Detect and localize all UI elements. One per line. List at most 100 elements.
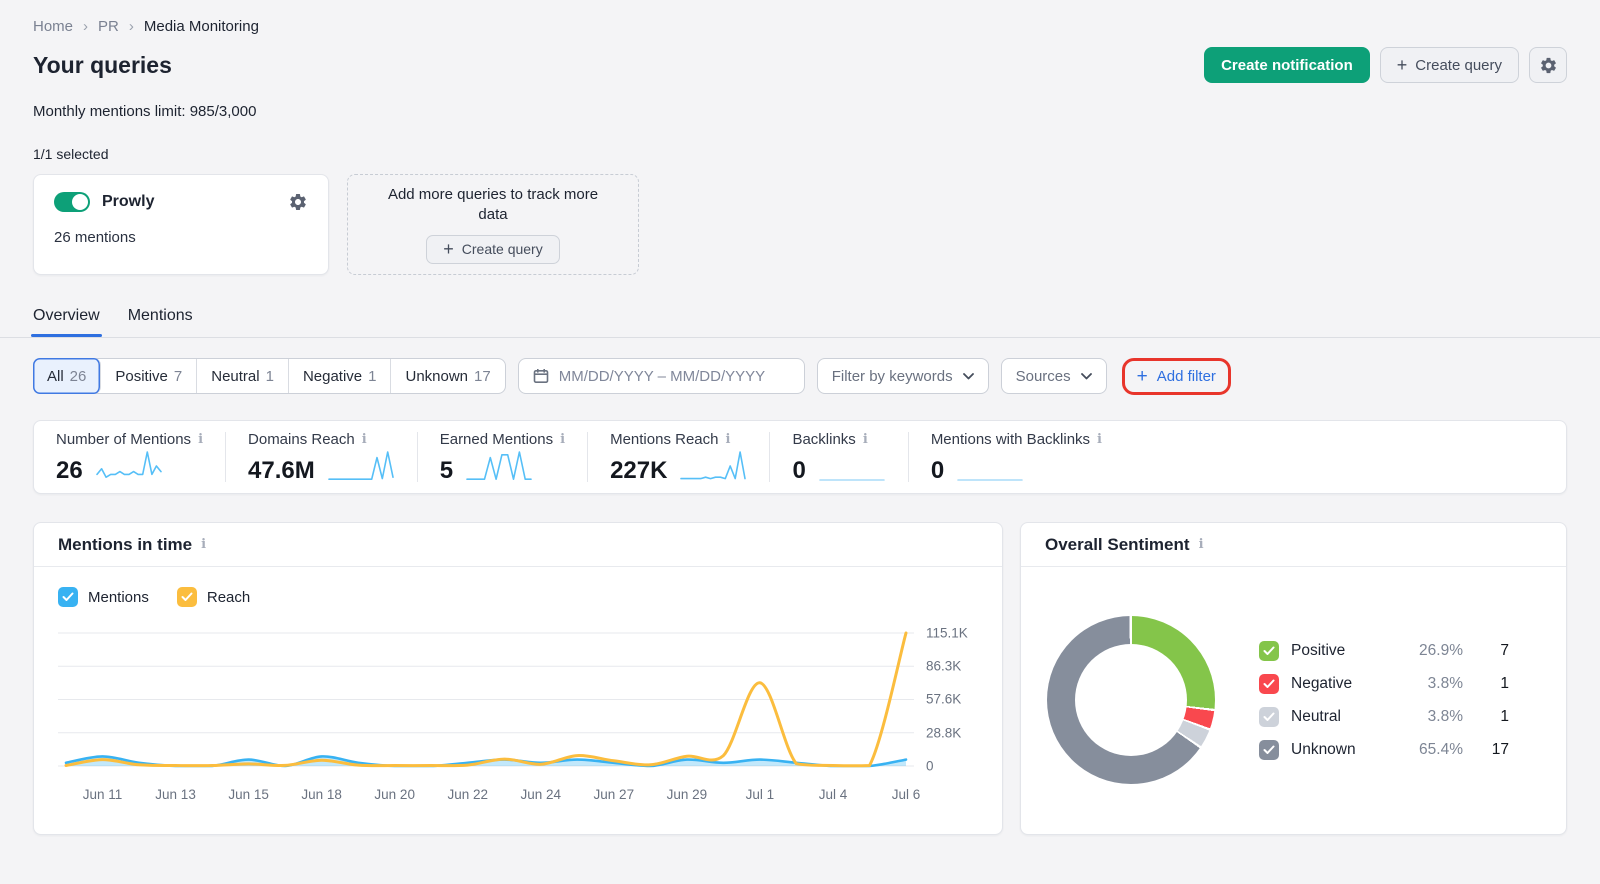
filter-chip-label: Negative [302, 367, 363, 385]
add-filter-label: Add filter [1156, 367, 1216, 385]
chart-x-axis: Jun 11 Jun 13 Jun 15 Jun 18 Jun 20 Jun 22 Jun … [58, 787, 921, 807]
sources-filter-label: Sources [1015, 367, 1071, 385]
filter-chip-count: 26 [69, 367, 87, 385]
info-icon[interactable]: i [725, 432, 730, 447]
sentiment-percent: 3.8% [1427, 674, 1463, 692]
metric-label: Mentions Reach i [610, 431, 747, 448]
legend-label: Mentions [88, 588, 149, 606]
mentions-in-time-chart: 115.1K 86.3K 57.6K 28.8K 0 [58, 621, 968, 781]
filter-chip-label: Positive [115, 367, 168, 385]
plus-icon: + [1136, 365, 1148, 387]
metric-label: Domains Reach i [248, 431, 395, 448]
info-icon[interactable]: i [1199, 537, 1204, 552]
legend-label: Reach [206, 588, 251, 606]
mentions-limit-text: Monthly mentions limit: 985/3,000 [33, 103, 257, 120]
metric-sparkline [957, 479, 1023, 481]
sentiment-legend-row-negative: Negative 3.8% 1 [1259, 673, 1509, 694]
info-icon[interactable]: i [1097, 432, 1102, 447]
filter-chip-all[interactable]: All 26 [33, 358, 102, 394]
filter-chip-count: 1 [368, 367, 377, 385]
metric-value: 0 [930, 457, 945, 484]
filter-chip-unknown[interactable]: Unknown 17 [391, 359, 504, 393]
info-icon[interactable]: i [201, 537, 206, 552]
sentiment-count: 1 [1500, 674, 1509, 692]
metric-label-text: Mentions Reach [610, 431, 719, 448]
add-queries-text: Add more queries to track more data [387, 186, 599, 224]
chart-x-tick: Jul 1 [745, 787, 775, 802]
query-gear-icon[interactable] [288, 192, 308, 212]
filter-chip-label: All [47, 367, 64, 385]
metric-value: 227K [610, 457, 668, 484]
breadcrumb-home[interactable]: Home [33, 18, 73, 35]
tab-mentions[interactable]: Mentions [128, 307, 193, 337]
filter-chip-count: 1 [265, 367, 274, 385]
metric-label-text: Domains Reach [248, 431, 355, 448]
filter-chip-label: Unknown [405, 367, 469, 385]
metrics-summary-bar: Number of Mentions i 26 Domains Reach i 47.6M… [33, 420, 1567, 494]
keywords-filter-select[interactable]: Filter by keywords [816, 358, 989, 394]
sentiment-legend-row-neutral: Neutral 3.8% 1 [1259, 706, 1509, 727]
plus-icon: + [1396, 55, 1408, 75]
metric-label: Backlinks i [792, 431, 885, 448]
sentiment-label: Neutral [1291, 707, 1341, 725]
metric-label: Mentions with Backlinks i [931, 431, 1102, 448]
sources-filter-select[interactable]: Sources [1000, 358, 1107, 394]
sentiment-checkbox-positive[interactable] [1259, 640, 1279, 661]
metric-number-of-mentions: Number of Mentions i 26 [34, 431, 227, 483]
info-icon[interactable]: i [560, 432, 565, 447]
checkbox-icon [176, 587, 197, 607]
add-filter-button[interactable]: + Add filter [1127, 361, 1226, 392]
metric-label: Earned Mentions i [440, 431, 565, 448]
metric-sparkline [95, 451, 162, 479]
create-notification-button[interactable]: Create notification [1204, 47, 1370, 83]
breadcrumb-pr[interactable]: PR [98, 18, 119, 35]
date-range-input[interactable]: MM/DD/YYYY – MM/DD/YYYY [517, 358, 805, 394]
query-card: Prowly 26 mentions [33, 174, 329, 275]
create-query-button-secondary[interactable]: + Create query [426, 234, 560, 264]
filter-chip-neutral[interactable]: Neutral 1 [197, 359, 289, 393]
metric-backlinks: Backlinks i 0 [770, 431, 909, 483]
keywords-filter-label: Filter by keywords [831, 367, 953, 385]
sentiment-count: 7 [1500, 641, 1509, 659]
sentiment-percent: 65.4% [1419, 740, 1463, 758]
query-name: Prowly [102, 193, 155, 210]
settings-button[interactable] [1529, 47, 1567, 83]
create-query-button[interactable]: + Create query [1379, 47, 1519, 83]
chevron-down-icon [962, 372, 974, 379]
create-query-label: Create query [461, 241, 543, 258]
chart-x-tick: Jun 20 [374, 787, 415, 802]
sentiment-count: 1 [1500, 707, 1509, 725]
chart-x-tick: Jun 29 [666, 787, 708, 802]
metric-sparkline [466, 451, 532, 481]
info-icon[interactable]: i [863, 432, 868, 447]
tab-overview[interactable]: Overview [31, 307, 102, 337]
metric-mentions-reach: Mentions Reach i 227K [588, 431, 771, 484]
info-icon[interactable]: i [198, 432, 203, 447]
legend-checkbox-reach[interactable]: Reach [176, 587, 251, 607]
chart-x-tick: Jul 6 [891, 787, 921, 802]
chart-x-tick: Jun 24 [520, 787, 562, 802]
metric-label-text: Number of Mentions [56, 431, 192, 448]
mentions-in-time-title: Mentions in time [58, 534, 193, 554]
overall-sentiment-panel: Overall Sentiment i Positive 26.9% 7 Negati… [1020, 522, 1567, 835]
info-icon[interactable]: i [362, 432, 367, 447]
create-query-label: Create query [1415, 56, 1502, 74]
media-monitoring-page: Home › PR › Media Monitoring Your querie… [0, 0, 1600, 884]
sentiment-count: 17 [1491, 740, 1509, 758]
metric-label-text: Earned Mentions [439, 431, 554, 448]
sentiment-checkbox-neutral[interactable] [1259, 706, 1279, 727]
metric-value: 47.6M [248, 457, 315, 484]
sentiment-checkbox-negative[interactable] [1259, 673, 1279, 694]
tabs-divider [0, 337, 1600, 338]
filter-chip-label: Neutral [211, 367, 260, 385]
chevron-right-icon: › [83, 18, 89, 35]
sentiment-checkbox-unknown[interactable] [1259, 739, 1279, 760]
date-range-placeholder: MM/DD/YYYY – MM/DD/YYYY [558, 367, 766, 385]
metric-earned-mentions: Earned Mentions i 5 [418, 431, 589, 483]
legend-checkbox-mentions[interactable]: Mentions [58, 587, 149, 607]
query-toggle[interactable] [54, 192, 90, 212]
filter-chip-positive[interactable]: Positive 7 [101, 359, 198, 393]
chart-x-tick: Jul 4 [818, 787, 848, 802]
filter-chip-negative[interactable]: Negative 1 [289, 359, 392, 393]
sentiment-label: Positive [1291, 641, 1346, 659]
